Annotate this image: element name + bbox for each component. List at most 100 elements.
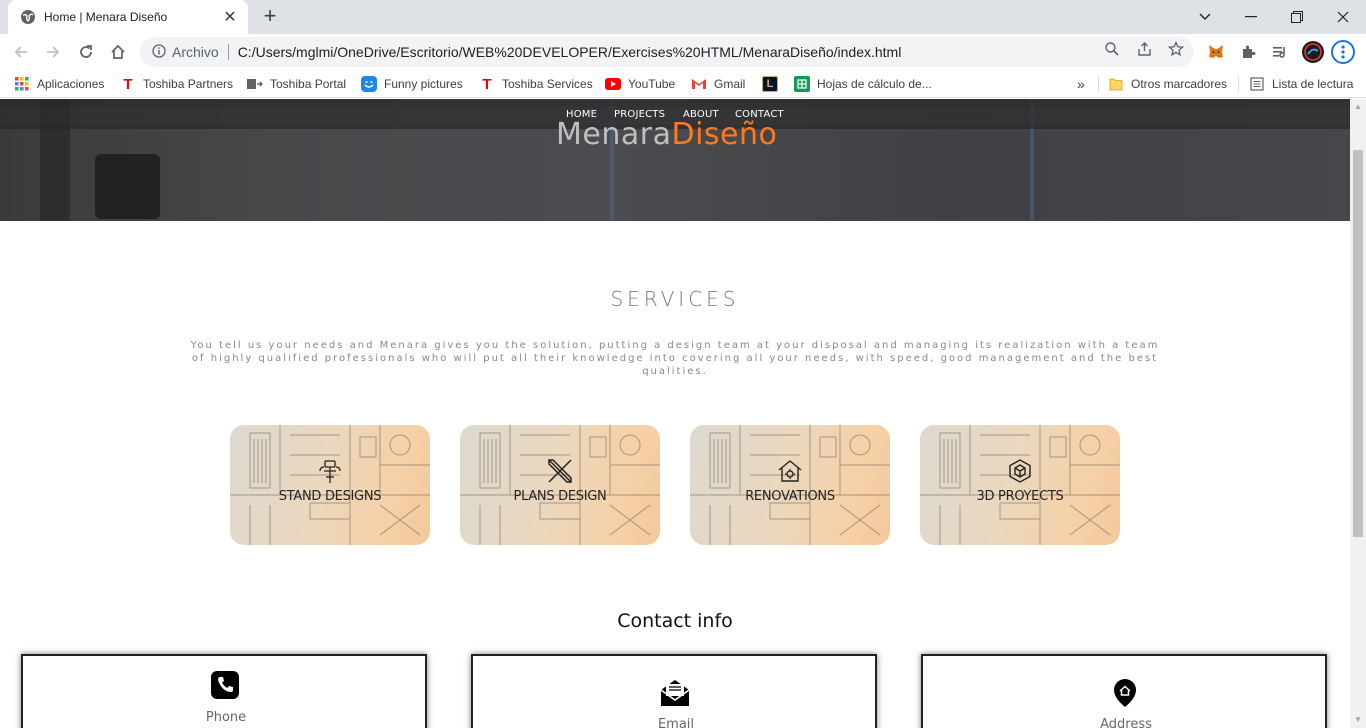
zoom-icon[interactable] <box>1103 40 1121 58</box>
logo-text-menara: Menara <box>556 117 672 152</box>
toshiba-icon: T <box>482 75 492 93</box>
media-control-icon[interactable] <box>1270 42 1290 62</box>
bookmark-label: Toshiba Portal <box>270 77 347 91</box>
blueprint-pattern <box>230 425 430 545</box>
scrollbar-thumb[interactable] <box>1353 150 1363 537</box>
service-card-renovations[interactable]: RENOVATIONS <box>690 425 890 545</box>
sheets-icon <box>794 76 810 92</box>
info-icon[interactable] <box>152 43 166 61</box>
share-icon[interactable] <box>1135 40 1153 58</box>
email-icon <box>660 678 690 708</box>
bookmark-label: Aplicaciones <box>37 77 105 91</box>
service-label: PLANS DESIGN <box>513 489 607 504</box>
lol-icon: L <box>762 76 778 92</box>
youtube-icon <box>605 76 621 92</box>
address-pin-icon <box>1110 678 1140 708</box>
service-label: STAND DESIGNS <box>278 489 382 504</box>
bookmark-star-icon[interactable] <box>1167 40 1185 58</box>
close-tab-icon[interactable]: ✕ <box>222 7 238 27</box>
omnibox-divider <box>227 44 229 60</box>
gmail-icon <box>691 76 707 92</box>
services-heading: SERVICES <box>610 287 740 311</box>
scroll-up-arrow-icon[interactable]: ▲ <box>1350 99 1366 115</box>
home-button[interactable] <box>105 39 131 65</box>
hero-banner: HOME PROJECTS ABOUT CONTACT MenaraDiseño <box>0 99 1350 221</box>
tab-strip: Home | Menara Diseño ✕ + <box>0 0 1366 34</box>
renovations-icon <box>778 460 802 482</box>
url-text[interactable]: C:/Users/mglmi/OneDrive/Escritorio/WEB%2… <box>238 44 902 60</box>
globe-icon <box>20 9 36 25</box>
portal-icon <box>247 76 263 92</box>
bookmarks-divider <box>1098 76 1099 92</box>
bookmark-lol[interactable]: L <box>762 75 785 93</box>
3d-projects-icon <box>1009 459 1031 483</box>
minimize-button[interactable] <box>1228 0 1274 34</box>
forward-button[interactable] <box>40 39 66 65</box>
chrome-menu-icon[interactable] <box>1331 40 1355 64</box>
bookmarks-overflow-button[interactable]: » <box>1077 75 1085 93</box>
service-label: 3D PROYECTS <box>976 489 1064 504</box>
contact-label: Address <box>1100 717 1152 728</box>
reload-button[interactable] <box>73 39 99 65</box>
page-viewport: HOME PROJECTS ABOUT CONTACT MenaraDiseño… <box>0 99 1350 728</box>
bookmark-funny-pictures[interactable]: Funny pictures <box>361 75 463 93</box>
plans-design-icon <box>548 459 572 483</box>
service-card-plans-design[interactable]: PLANS DESIGN <box>460 425 660 545</box>
browser-toolbar: Archivo C:/Users/mglmi/OneDrive/Escritor… <box>0 34 1366 70</box>
bookmark-label: Otros marcadores <box>1131 77 1228 91</box>
logo-text-diseno: Diseño <box>671 117 778 152</box>
back-button[interactable] <box>8 39 34 65</box>
contact-heading: Contact info <box>617 610 733 632</box>
toshiba-icon: T <box>123 75 133 93</box>
tab-title: Home | Menara Diseño <box>44 10 168 24</box>
contact-label: Phone <box>205 710 247 725</box>
bookmark-label: Toshiba Partners <box>143 77 234 91</box>
bookmark-toshiba-portal[interactable]: Toshiba Portal <box>247 75 346 93</box>
phone-icon <box>210 670 240 700</box>
extensions-puzzle-icon[interactable] <box>1238 42 1258 62</box>
stand-design-icon <box>319 460 341 483</box>
services-description: You tell us your needs and Menara gives … <box>190 340 1160 377</box>
scheme-label: Archivo <box>172 44 219 60</box>
close-window-button[interactable] <box>1320 0 1366 34</box>
contact-label: Email <box>657 717 695 728</box>
address-bar[interactable]: Archivo C:/Users/mglmi/OneDrive/Escritor… <box>140 37 1194 67</box>
service-card-3d-projects[interactable]: 3D PROYECTS <box>920 425 1120 545</box>
hero-equipment <box>95 154 160 219</box>
tab-search-icon[interactable] <box>1182 0 1228 34</box>
browser-tab[interactable]: Home | Menara Diseño ✕ <box>8 0 248 34</box>
bookmark-label: Lista de lectura <box>1272 77 1354 91</box>
apps-grid-icon <box>14 76 30 92</box>
smiley-icon <box>361 76 377 92</box>
contact-card-address[interactable]: Address <box>921 654 1327 728</box>
reading-list-icon <box>1249 76 1265 92</box>
contact-card-email[interactable]: Email <box>471 654 877 728</box>
scroll-down-arrow-icon[interactable]: ▼ <box>1350 712 1366 728</box>
reading-list-button[interactable]: Lista de lectura <box>1249 75 1353 93</box>
bookmark-apps[interactable]: Aplicaciones <box>14 75 104 93</box>
profile-avatar[interactable] <box>1302 41 1324 63</box>
page-scrollbar[interactable]: ▲ ▼ <box>1350 99 1366 728</box>
restore-button[interactable] <box>1274 0 1320 34</box>
bookmark-google-sheets[interactable]: Hojas de cálculo de... <box>794 75 932 93</box>
bookmark-gmail[interactable]: Gmail <box>691 75 745 93</box>
folder-icon <box>1108 76 1124 92</box>
blueprint-pattern <box>690 425 890 545</box>
bookmarks-bar: Aplicaciones T Toshiba Partners Toshiba … <box>0 70 1366 98</box>
bookmark-label: YouTube <box>628 77 676 91</box>
new-tab-button[interactable]: + <box>258 5 282 29</box>
blueprint-pattern <box>460 425 660 545</box>
service-label: RENOVATIONS <box>745 489 835 504</box>
bookmark-youtube[interactable]: YouTube <box>605 75 675 93</box>
bookmark-label: Hojas de cálculo de... <box>817 77 932 91</box>
bookmark-toshiba-services[interactable]: T Toshiba Services <box>479 75 592 93</box>
bookmark-label: Gmail <box>714 77 746 91</box>
blueprint-pattern <box>920 425 1120 545</box>
other-bookmarks-folder[interactable]: Otros marcadores <box>1108 75 1227 93</box>
service-card-stand-designs[interactable]: STAND DESIGNS <box>230 425 430 545</box>
bookmark-toshiba-partners[interactable]: T Toshiba Partners <box>120 75 233 93</box>
metamask-icon[interactable] <box>1206 42 1226 62</box>
bookmark-label: Funny pictures <box>384 77 463 91</box>
site-logo[interactable]: MenaraDiseño <box>556 117 777 152</box>
contact-card-phone[interactable]: Phone <box>21 654 427 728</box>
